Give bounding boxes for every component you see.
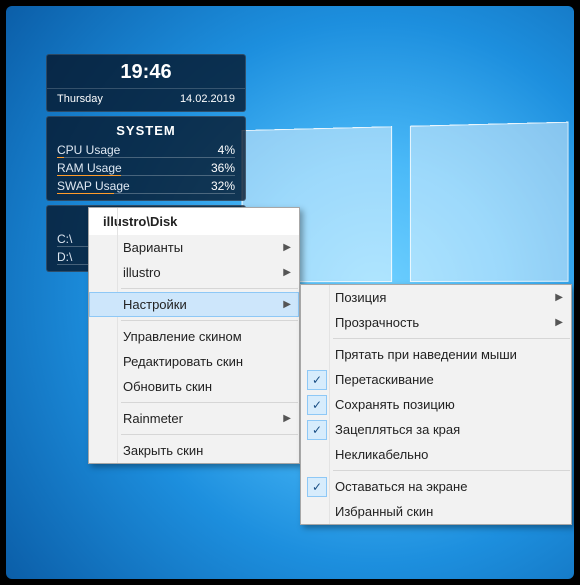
menu-separator	[333, 338, 570, 339]
desktop-wallpaper: 19:46 Thursday 14.02.2019 SYSTEM CPU Usa…	[6, 6, 574, 579]
menu-item-label: Варианты	[123, 240, 183, 255]
menu-item-label: Управление скином	[123, 329, 242, 344]
chevron-right-icon: ▶	[283, 242, 291, 253]
menu-item-label: Оставаться на экране	[335, 479, 467, 494]
menu-item-label: Зацепляться за края	[335, 422, 460, 437]
menu-item[interactable]: Закрыть скин	[89, 438, 299, 463]
menu-item[interactable]: Обновить скин	[89, 374, 299, 399]
disk-label: D:\	[57, 250, 72, 264]
menu-item[interactable]: Позиция ▶	[301, 285, 571, 310]
menu-item-label: Прозрачность	[335, 315, 419, 330]
menu-item-label: Редактировать скин	[123, 354, 243, 369]
date: 14.02.2019	[180, 93, 235, 105]
chevron-right-icon: ▶	[283, 267, 291, 278]
system-row: CPU Usage 4%	[47, 140, 245, 158]
menu-item-label: illustro	[123, 265, 161, 280]
metric-label: RAM Usage	[57, 161, 122, 175]
menu-item-label: Перетаскивание	[335, 372, 434, 387]
menu-title: illustro\Disk	[89, 208, 299, 235]
metric-label: CPU Usage	[57, 143, 120, 157]
menu-item-label: Сохранять позицию	[335, 397, 455, 412]
menu-item-label: Обновить скин	[123, 379, 212, 394]
metric-value: 4%	[218, 143, 235, 157]
menu-item-label: Настройки	[123, 297, 187, 312]
check-icon: ✓	[307, 477, 327, 497]
system-row: SWAP Usage 32%	[47, 176, 245, 194]
metric-label: SWAP Usage	[57, 179, 130, 193]
menu-separator	[333, 470, 570, 471]
menu-item[interactable]: Варианты ▶	[89, 235, 299, 260]
menu-item-label: Позиция	[335, 290, 386, 305]
menu-item[interactable]: ✓ Зацепляться за края	[301, 417, 571, 442]
menu-separator	[121, 402, 298, 403]
context-menu-primary[interactable]: illustro\Disk Варианты▶illustro▶Настройк…	[88, 207, 300, 464]
clock-panel[interactable]: 19:46 Thursday 14.02.2019	[46, 54, 246, 112]
menu-item[interactable]: Настройки ▶	[89, 292, 299, 317]
system-header: SYSTEM	[47, 121, 245, 140]
chevron-right-icon: ▶	[555, 317, 563, 328]
system-panel[interactable]: SYSTEM CPU Usage4%RAM Usage36%SWAP Usage…	[46, 116, 246, 201]
metric-value: 32%	[211, 179, 235, 193]
metric-value: 36%	[211, 161, 235, 175]
menu-item[interactable]: illustro ▶	[89, 260, 299, 285]
menu-item-label: Некликабельно	[335, 447, 428, 462]
menu-item[interactable]: ✓ Сохранять позицию	[301, 392, 571, 417]
menu-item[interactable]: Прятать при наведении мыши	[301, 342, 571, 367]
system-row: RAM Usage 36%	[47, 158, 245, 176]
menu-item[interactable]: ✓ Оставаться на экране	[301, 474, 571, 499]
menu-item[interactable]: Избранный скин	[301, 499, 571, 524]
menu-item-label: Закрыть скин	[123, 443, 203, 458]
clock-time: 19:46	[47, 59, 245, 84]
menu-item-label: Избранный скин	[335, 504, 433, 519]
menu-item-label: Прятать при наведении мыши	[335, 347, 517, 362]
check-icon: ✓	[307, 420, 327, 440]
menu-item[interactable]: Некликабельно	[301, 442, 571, 467]
chevron-right-icon: ▶	[555, 292, 563, 303]
weekday: Thursday	[57, 93, 103, 105]
check-icon: ✓	[307, 395, 327, 415]
chevron-right-icon: ▶	[283, 413, 291, 424]
menu-item-label: Rainmeter	[123, 411, 183, 426]
menu-item[interactable]: Rainmeter ▶	[89, 406, 299, 431]
menu-item[interactable]: Редактировать скин	[89, 349, 299, 374]
context-menu-settings[interactable]: Позиция ▶ Прозрачность ▶ Прятать при наведен…	[300, 284, 572, 525]
menu-item[interactable]: Прозрачность ▶	[301, 310, 571, 335]
menu-separator	[121, 434, 298, 435]
menu-item[interactable]: Управление скином	[89, 324, 299, 349]
menu-separator	[121, 288, 298, 289]
check-icon: ✓	[307, 370, 327, 390]
menu-separator	[121, 320, 298, 321]
disk-label: C:\	[57, 232, 72, 246]
chevron-right-icon: ▶	[283, 299, 291, 310]
menu-item[interactable]: ✓ Перетаскивание	[301, 367, 571, 392]
